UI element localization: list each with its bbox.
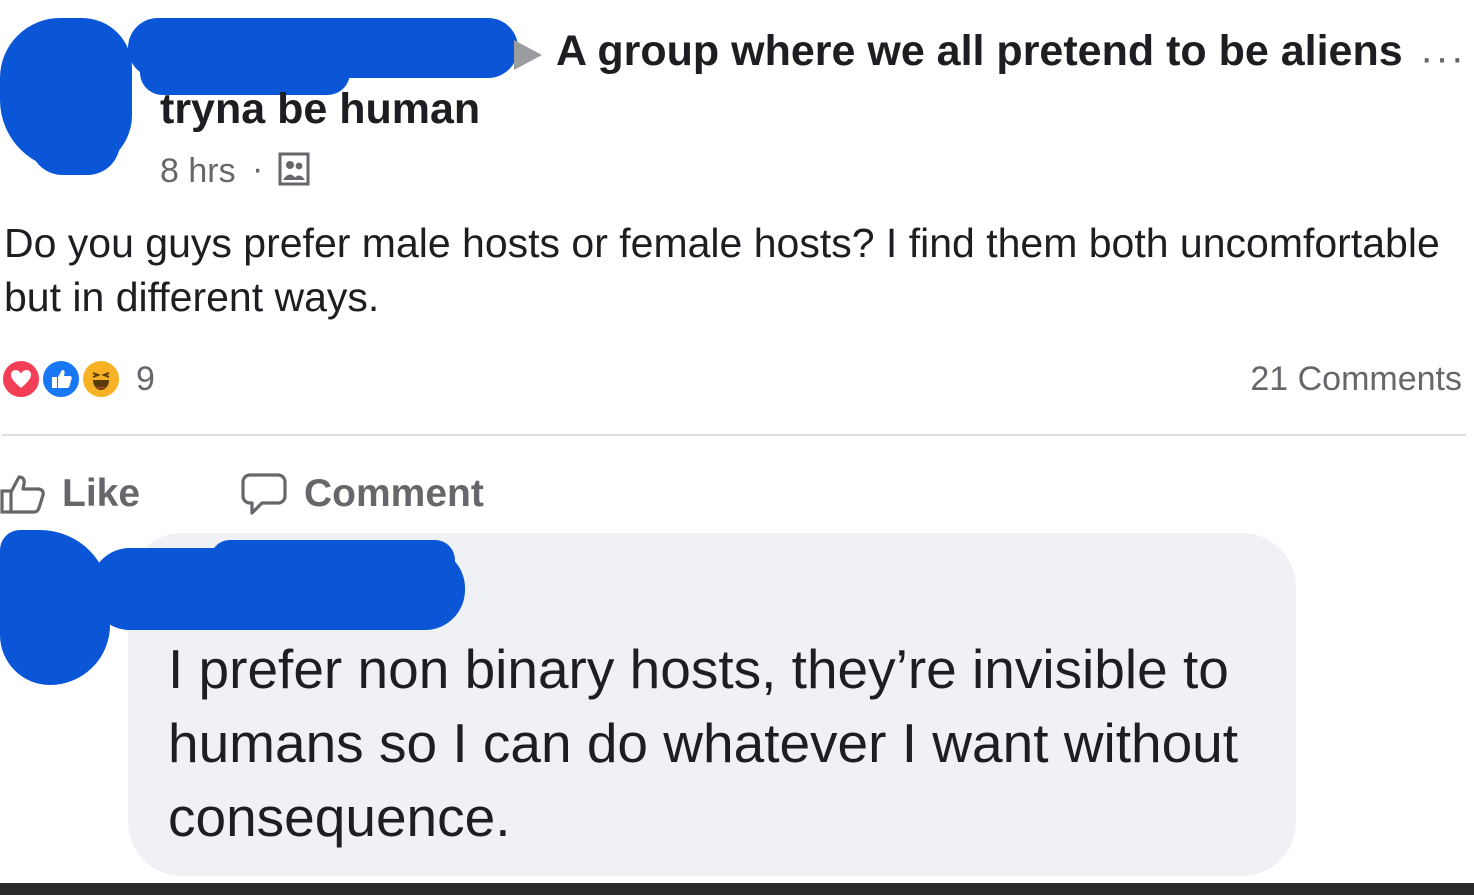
bottom-border <box>0 883 1474 895</box>
comment-label: Comment <box>304 472 484 515</box>
like-button[interactable]: Like <box>0 470 140 518</box>
author-name[interactable]: tryna be human <box>160 85 480 134</box>
comments-count-link[interactable]: 21 Comments <box>1250 360 1462 399</box>
more-options-button[interactable]: ··· <box>1420 36 1466 81</box>
arrow-right-icon <box>514 40 542 70</box>
divider <box>2 434 1466 436</box>
comment-icon <box>241 473 287 515</box>
group-privacy-icon <box>278 152 310 186</box>
reaction-count[interactable]: 9 <box>136 360 155 399</box>
haha-reaction-icon <box>80 358 122 400</box>
comment-button[interactable]: Comment <box>240 470 484 518</box>
like-reaction-icon <box>40 358 82 400</box>
like-label: Like <box>62 472 141 515</box>
timestamp-separator: · <box>252 150 264 188</box>
thumbs-up-icon <box>0 475 45 514</box>
comment-text: I prefer non binary hosts, they’re invis… <box>168 638 1239 848</box>
group-name-link[interactable]: A group where we all pretend to be alien… <box>556 27 1403 76</box>
post-text: Do you guys prefer male hosts or female … <box>4 220 1440 320</box>
post-timestamp[interactable]: 8 hrs <box>160 152 236 191</box>
love-reaction-icon <box>0 358 42 400</box>
